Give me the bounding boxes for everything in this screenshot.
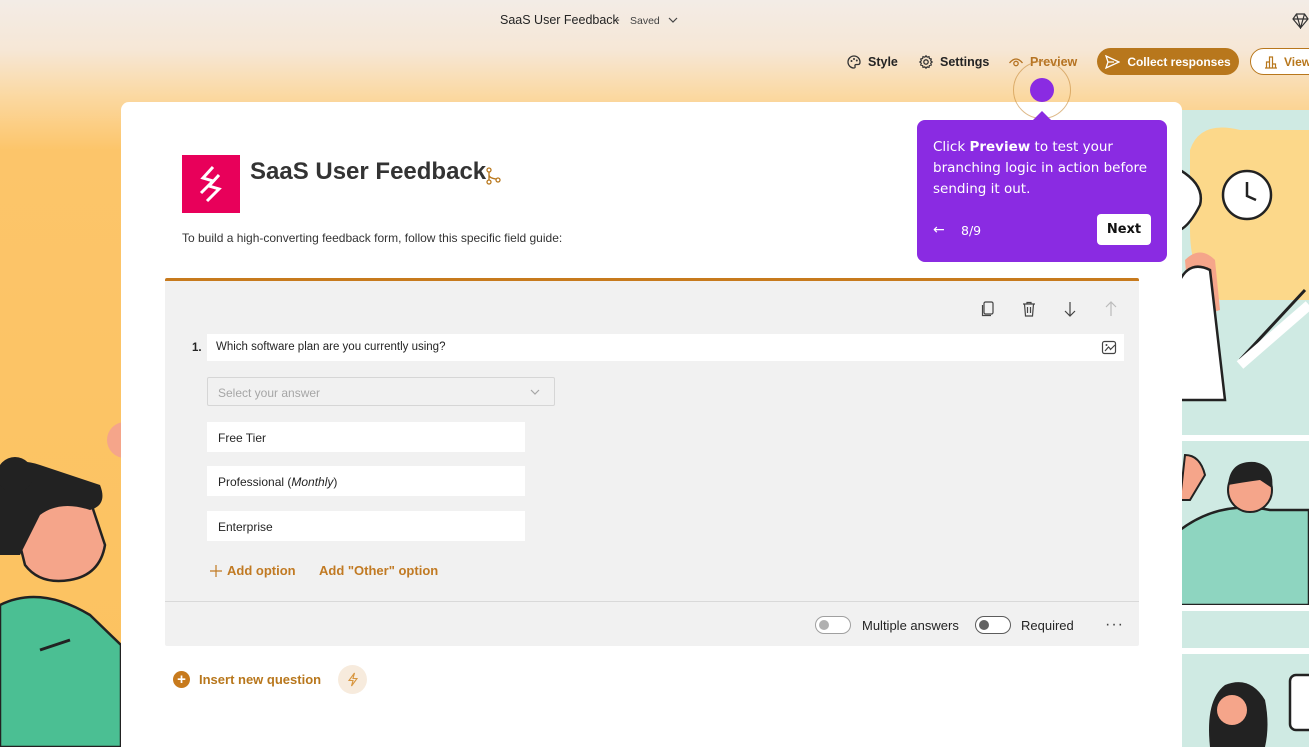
document-title[interactable]: SaaS User Feedback <box>500 13 619 27</box>
required-label: Required <box>1021 618 1074 633</box>
add-option-label: Add option <box>227 563 296 578</box>
logo-mark-icon <box>199 165 222 203</box>
question-actions <box>978 299 1121 319</box>
add-option-button[interactable]: Add option <box>209 563 296 578</box>
tour-message-emphasis: Preview <box>969 139 1031 155</box>
option-label: Enterprise <box>218 520 273 534</box>
move-up-icon[interactable] <box>1101 299 1121 319</box>
copy-icon[interactable] <box>978 299 998 319</box>
view-results-button[interactable]: View <box>1250 48 1309 75</box>
insert-new-question-button[interactable]: + Insert new question <box>173 671 321 688</box>
collect-responses-button[interactable]: Collect responses <box>1097 48 1239 75</box>
option-professional[interactable]: Professional (Monthly) <box>207 466 525 496</box>
tour-back-arrow-icon[interactable]: ← <box>933 222 945 238</box>
bar-chart-icon <box>1265 55 1277 69</box>
save-status: Saved <box>630 15 660 27</box>
plus-circle-icon: + <box>173 671 190 688</box>
option-label: Professional ( <box>218 475 292 489</box>
style-label: Style <box>868 55 898 69</box>
option-label-end: ) <box>333 475 338 489</box>
style-button[interactable]: Style <box>846 53 898 71</box>
form-description[interactable]: To build a high-converting feedback form… <box>182 231 562 245</box>
answer-select-placeholder: Select your answer <box>218 386 321 400</box>
more-options-icon[interactable]: ··· <box>1105 616 1124 634</box>
move-down-icon[interactable] <box>1060 299 1080 319</box>
plus-icon <box>210 564 222 577</box>
top-bar: SaaS User Feedback - Saved <box>0 0 1309 42</box>
title-separator: - <box>616 14 620 26</box>
gear-icon <box>918 54 934 70</box>
tour-beacon[interactable] <box>1030 78 1054 102</box>
option-free-tier[interactable]: Free Tier <box>207 422 525 452</box>
question-text-field[interactable]: Which software plan are you currently us… <box>207 334 1124 361</box>
tour-step-counter: 8/9 <box>961 223 982 238</box>
branching-icon[interactable] <box>483 166 503 186</box>
option-label: Free Tier <box>218 431 267 445</box>
chevron-down-icon <box>530 389 540 395</box>
multiple-answers-toggle[interactable] <box>815 616 851 634</box>
question-card[interactable]: 1. Which software plan are you currently… <box>165 278 1139 646</box>
settings-button[interactable]: Settings <box>918 53 989 71</box>
send-icon <box>1105 54 1121 69</box>
insert-new-question-label: Insert new question <box>199 672 322 687</box>
form-title[interactable]: SaaS User Feedback <box>250 158 486 186</box>
tour-next-button[interactable]: Next <box>1097 214 1151 245</box>
multiple-answers-label: Multiple answers <box>862 618 959 633</box>
delete-icon[interactable] <box>1019 299 1039 319</box>
form-logo[interactable] <box>182 155 240 213</box>
chevron-down-icon[interactable] <box>667 15 679 25</box>
tour-tooltip: Click Preview to test your branching log… <box>917 111 1167 262</box>
palette-icon <box>847 55 861 69</box>
insert-image-icon[interactable] <box>1101 339 1118 356</box>
option-enterprise[interactable]: Enterprise <box>207 511 525 541</box>
lightning-icon[interactable] <box>338 665 367 694</box>
answer-select[interactable]: Select your answer <box>207 377 555 406</box>
diamond-icon[interactable] <box>1292 13 1309 29</box>
question-text: Which software plan are you currently us… <box>216 341 446 353</box>
collect-responses-label: Collect responses <box>1127 54 1231 69</box>
tour-message: Click Preview to test your branching log… <box>933 139 1148 197</box>
option-label-emphasis: Monthly <box>291 475 334 489</box>
view-label: View <box>1284 54 1309 69</box>
left-illustration <box>0 422 121 747</box>
required-toggle[interactable] <box>975 616 1011 634</box>
right-illustration <box>1180 110 1309 747</box>
add-other-option-button[interactable]: Add "Other" option <box>319 563 438 578</box>
question-number: 1. <box>192 342 202 354</box>
settings-label: Settings <box>940 55 990 69</box>
question-footer-divider <box>165 601 1139 602</box>
